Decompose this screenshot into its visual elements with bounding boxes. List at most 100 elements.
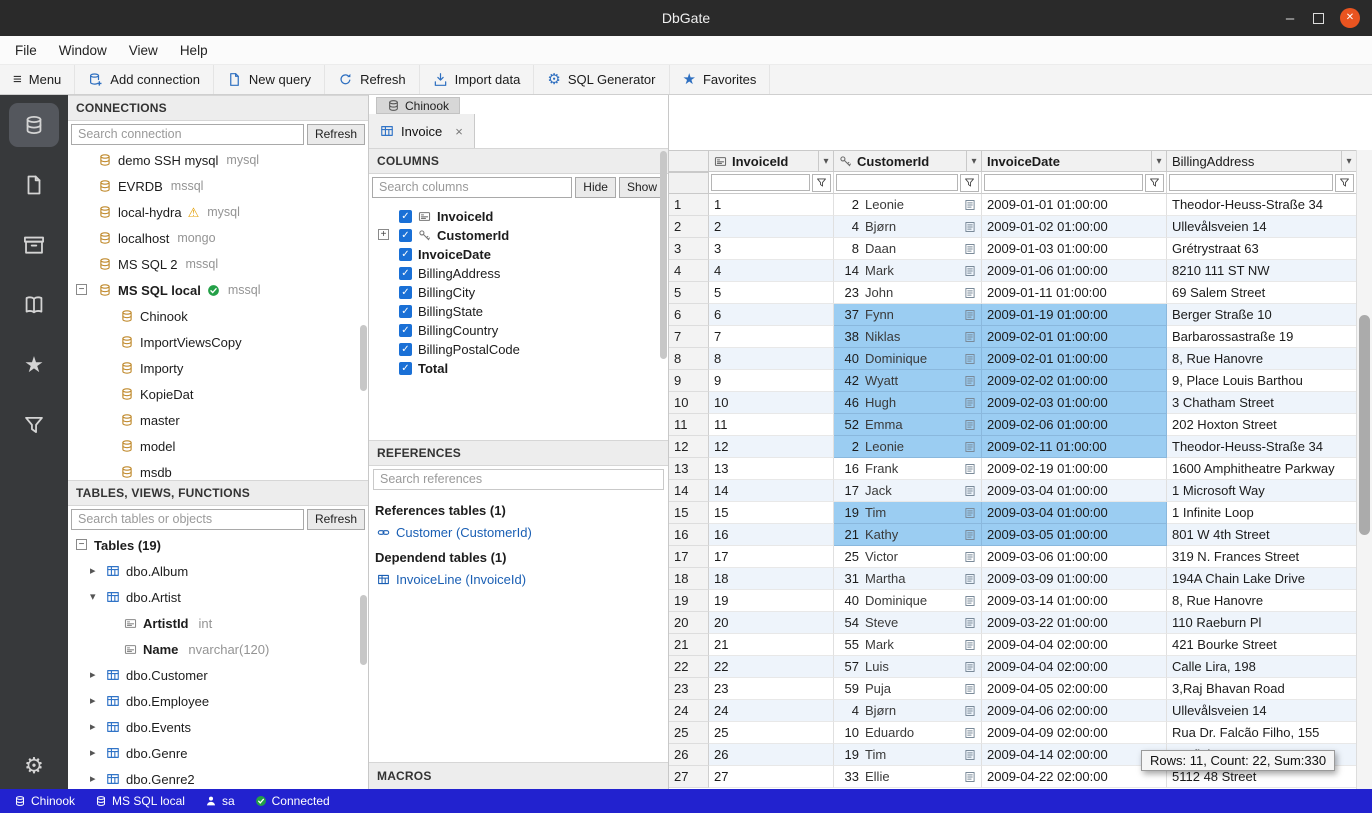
cell-invoiceid[interactable]: 21 [709,634,834,656]
cell-invoicedate[interactable]: 2009-03-04 01:00:00 [982,502,1167,524]
connection-ms-sql-local[interactable]: MS SQL localmssql [68,277,368,303]
cell-billingaddress[interactable]: 3,Raj Bhavan Road [1167,678,1357,700]
cell-invoicedate[interactable]: 2009-01-11 01:00:00 [982,282,1167,304]
row-number[interactable]: 6 [669,304,709,326]
column-toggle-customerid[interactable]: CustomerId [369,226,668,245]
cell-billingaddress[interactable]: 202 Hoxton Street [1167,414,1357,436]
open-reference-icon[interactable] [964,595,976,607]
rail-star-button[interactable]: ★ [9,343,59,387]
row-number[interactable]: 16 [669,524,709,546]
chevron-down-icon[interactable] [90,592,96,603]
rail-database-button[interactable] [9,103,59,147]
toolbar-refresh-button[interactable]: Refresh [325,65,420,94]
column-header-customerid[interactable]: CustomerId [834,150,982,172]
connection-model[interactable]: model [68,433,368,459]
cell-customerid[interactable]: 55Mark [834,634,982,656]
cell-invoiceid[interactable]: 23 [709,678,834,700]
reference-link-customer-customerid[interactable]: Customer (CustomerId) [375,522,662,543]
open-reference-icon[interactable] [964,375,976,387]
reference-link-invoiceline-invoiceid[interactable]: InvoiceLine (InvoiceId) [375,569,662,590]
open-reference-icon[interactable] [964,331,976,343]
column-checkbox[interactable] [399,324,412,337]
cell-billingaddress[interactable]: Ullevålsveien 14 [1167,216,1357,238]
cell-invoicedate[interactable]: 2009-01-06 01:00:00 [982,260,1167,282]
column-dropdown-icon[interactable] [1341,151,1356,171]
cell-customerid[interactable]: 59Puja [834,678,982,700]
row-number[interactable]: 12 [669,436,709,458]
rail-funnel-button[interactable] [9,403,59,447]
row-number[interactable]: 24 [669,700,709,722]
cell-billingaddress[interactable]: Calle Lira, 198 [1167,656,1357,678]
cell-customerid[interactable]: 46Hugh [834,392,982,414]
cell-customerid[interactable]: 25Victor [834,546,982,568]
menu-help[interactable]: Help [169,43,219,58]
open-reference-icon[interactable] [964,419,976,431]
rail-settings-button[interactable]: ⚙ [0,755,68,777]
statusbar-chinook[interactable]: Chinook [4,789,85,813]
columns-hide-button[interactable]: Hide [575,177,616,198]
cell-invoicedate[interactable]: 2009-01-19 01:00:00 [982,304,1167,326]
toolbar-add-connection-button[interactable]: Add connection [75,65,214,94]
chevron-right-icon[interactable] [90,722,96,733]
chevron-right-icon[interactable] [90,774,96,785]
cell-customerid[interactable]: 31Martha [834,568,982,590]
cell-billingaddress[interactable]: Theodor-Heuss-Straße 34 [1167,194,1357,216]
cell-invoicedate[interactable]: 2009-03-22 01:00:00 [982,612,1167,634]
columns-show-button[interactable]: Show [619,177,665,198]
open-reference-icon[interactable] [964,397,976,409]
connection-importy[interactable]: Importy [68,355,368,381]
open-reference-icon[interactable] [964,463,976,475]
cell-invoiceid[interactable]: 17 [709,546,834,568]
cell-customerid[interactable]: 19Tim [834,502,982,524]
open-reference-icon[interactable] [964,551,976,563]
filter-input-invoiceid[interactable] [711,174,810,191]
table-dbo-events[interactable]: dbo.Events [68,714,368,740]
cell-invoicedate[interactable]: 2009-04-14 02:00:00 [982,744,1167,766]
table-dbo-artist[interactable]: dbo.Artist [68,584,368,610]
grid-scrollbar[interactable] [1356,150,1372,789]
cell-invoicedate[interactable]: 2009-02-02 01:00:00 [982,370,1167,392]
chevron-right-icon[interactable] [90,566,96,577]
cell-customerid[interactable]: 2Leonie [834,436,982,458]
cell-invoiceid[interactable]: 10 [709,392,834,414]
cell-invoicedate[interactable]: 2009-02-03 01:00:00 [982,392,1167,414]
cell-invoiceid[interactable]: 12 [709,436,834,458]
cell-invoiceid[interactable]: 22 [709,656,834,678]
cell-customerid[interactable]: 16Frank [834,458,982,480]
cell-billingaddress[interactable]: 3 Chatham Street [1167,392,1357,414]
row-number[interactable]: 7 [669,326,709,348]
column-header-invoiceid[interactable]: InvoiceId [709,150,834,172]
cell-invoiceid[interactable]: 11 [709,414,834,436]
cell-invoicedate[interactable]: 2009-02-06 01:00:00 [982,414,1167,436]
column-checkbox[interactable] [399,229,412,242]
filter-button-invoicedate[interactable] [1145,174,1164,192]
cell-billingaddress[interactable]: 1 Infinite Loop [1167,502,1357,524]
table-dbo-customer[interactable]: dbo.Customer [68,662,368,688]
cell-customerid[interactable]: 4Bjørn [834,216,982,238]
filter-button-billingaddress[interactable] [1335,174,1354,192]
row-number[interactable]: 20 [669,612,709,634]
column-toggle-invoicedate[interactable]: InvoiceDate [369,245,668,264]
toolbar-new-query-button[interactable]: New query [214,65,325,94]
tables-group[interactable]: Tables (19) [68,532,368,558]
select-all-corner[interactable] [669,150,709,172]
cell-billingaddress[interactable]: Berger Straße 10 [1167,304,1357,326]
column-dropdown-icon[interactable] [818,151,833,171]
connection-msdb[interactable]: msdb [68,459,368,480]
column-toggle-billingcountry[interactable]: BillingCountry [369,321,668,340]
column-artistid[interactable]: ArtistIdint [68,610,368,636]
connections-refresh-button[interactable]: Refresh [307,124,365,145]
statusbar-ms-sql-local[interactable]: MS SQL local [85,789,195,813]
cell-invoicedate[interactable]: 2009-04-22 02:00:00 [982,766,1167,788]
column-checkbox[interactable] [399,343,412,356]
cell-invoiceid[interactable]: 8 [709,348,834,370]
database-tab-chinook[interactable]: Chinook [376,97,460,114]
row-number[interactable]: 1 [669,194,709,216]
row-number[interactable]: 10 [669,392,709,414]
menu-view[interactable]: View [118,43,169,58]
cell-billingaddress[interactable]: 801 W 4th Street [1167,524,1357,546]
cell-billingaddress[interactable]: 1600 Amphitheatre Parkway [1167,458,1357,480]
column-header-billingaddress[interactable]: BillingAddress [1167,150,1357,172]
row-number[interactable]: 27 [669,766,709,788]
row-number[interactable]: 3 [669,238,709,260]
